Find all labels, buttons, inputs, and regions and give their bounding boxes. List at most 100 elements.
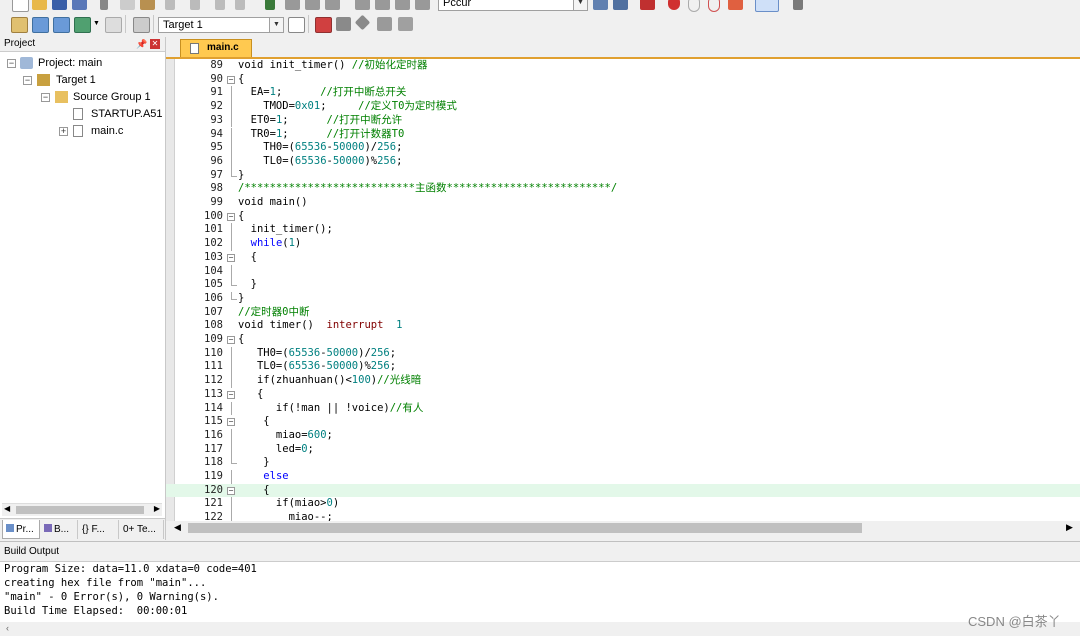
code-line[interactable]: 107 //定时器0中断: [166, 306, 1080, 320]
tree-node-project[interactable]: − Project: main: [0, 55, 165, 71]
code-line[interactable]: 114 if(!man || !voice)//有人: [166, 401, 1080, 416]
code-line[interactable]: 121 if(miao>0): [166, 497, 1080, 512]
manage-components-icon[interactable]: [315, 17, 332, 33]
project-horizontal-scrollbar[interactable]: ◀ ▶: [2, 503, 162, 516]
code-line[interactable]: 104: [166, 264, 1080, 279]
code-line[interactable]: 89 void init_timer() //初始化定时器: [166, 59, 1080, 73]
code-line[interactable]: 90−{: [166, 73, 1080, 87]
code-line[interactable]: 115− {: [166, 415, 1080, 429]
collapse-toggle[interactable]: −: [23, 76, 32, 85]
tab-templates[interactable]: 0+ Te...: [120, 520, 164, 539]
code-line[interactable]: 112 if(zhuanhuan()<100)//光线暗: [166, 374, 1080, 388]
scroll-left-icon[interactable]: ‹: [6, 623, 9, 633]
batch-build-icon[interactable]: [74, 17, 91, 33]
code-line[interactable]: 96 TL0=(65536-50000)%256;: [166, 154, 1080, 169]
prev-bookmark-icon[interactable]: [285, 0, 300, 10]
code-line[interactable]: 97}: [166, 168, 1080, 183]
clear-breakpoints-icon[interactable]: [708, 0, 720, 12]
target-select[interactable]: Target 1 ▼: [158, 17, 284, 33]
code-line[interactable]: 101 init_timer();: [166, 223, 1080, 238]
configure-icon[interactable]: [793, 0, 803, 10]
code-editor[interactable]: 89 void init_timer() //初始化定时器 90−{91 EA=1;…: [166, 59, 1080, 521]
chevron-down-icon[interactable]: ▼: [269, 18, 283, 32]
paste-icon[interactable]: [140, 0, 155, 10]
translate-icon[interactable]: [11, 17, 28, 33]
bookmark-icon[interactable]: [265, 0, 275, 10]
save-icon[interactable]: [52, 0, 67, 10]
new-file-icon[interactable]: [12, 0, 29, 12]
select-packs-icon[interactable]: [336, 17, 351, 31]
clear-bookmarks-icon[interactable]: [325, 0, 340, 10]
scroll-left-icon[interactable]: ◀: [174, 522, 181, 533]
code-line[interactable]: 122 miao--;: [166, 511, 1080, 521]
code-line[interactable]: 111 TL0=(65536-50000)%256;: [166, 360, 1080, 375]
stop-build-icon[interactable]: [105, 17, 122, 33]
incremental-find-icon[interactable]: [613, 0, 628, 10]
tab-project[interactable]: Pr...: [2, 520, 40, 539]
code-line[interactable]: 117 led=0;: [166, 442, 1080, 457]
batch-dropdown-icon[interactable]: ▼: [93, 20, 100, 27]
open-folder-icon[interactable]: [32, 0, 47, 10]
software-packs-icon[interactable]: [398, 17, 413, 31]
scroll-left-icon[interactable]: ◀: [4, 504, 10, 513]
fold-toggle-icon[interactable]: −: [227, 212, 235, 221]
expand-toggle[interactable]: +: [59, 127, 68, 136]
fold-toggle-icon[interactable]: −: [227, 336, 235, 344]
code-line[interactable]: 98 /***************************主函数*******…: [166, 182, 1080, 196]
collapse-toggle[interactable]: −: [7, 59, 16, 68]
redo-icon[interactable]: [190, 0, 200, 10]
code-line[interactable]: 99 void main(): [166, 196, 1080, 210]
scroll-right-icon[interactable]: ▶: [1066, 522, 1073, 533]
code-line[interactable]: 116 miao=600;: [166, 428, 1080, 443]
code-line[interactable]: 103− {: [166, 251, 1080, 265]
pack-installer-icon[interactable]: [377, 17, 392, 31]
pin-icon[interactable]: 📌: [136, 37, 147, 51]
editor-tab-main-c[interactable]: main.c: [180, 39, 252, 57]
collapse-toggle[interactable]: −: [41, 93, 50, 102]
cut-icon[interactable]: [100, 0, 108, 10]
code-line[interactable]: 110 TH0=(65536-50000)/256;: [166, 346, 1080, 361]
code-line[interactable]: 93 ET0=1; //打开中断允许: [166, 113, 1080, 128]
tab-functions[interactable]: {} F...: [79, 520, 119, 539]
debug-session-icon[interactable]: [640, 0, 655, 10]
target-options-icon[interactable]: [288, 17, 305, 33]
code-line[interactable]: 102 while(1): [166, 237, 1080, 251]
fold-toggle-icon[interactable]: −: [227, 75, 235, 84]
code-line[interactable]: 95 TH0=(65536-50000)/256;: [166, 141, 1080, 155]
code-line[interactable]: 100−{: [166, 210, 1080, 224]
rebuild-icon[interactable]: [53, 17, 70, 33]
code-line[interactable]: 91 EA=1; //打开中断总开关: [166, 86, 1080, 101]
close-icon[interactable]: ✕: [150, 39, 160, 49]
tree-node-target[interactable]: − Target 1: [0, 72, 165, 88]
code-line[interactable]: 108 void timer() interrupt 1: [166, 319, 1080, 333]
code-line[interactable]: 119 else: [166, 470, 1080, 484]
code-line[interactable]: 92 TMOD=0x01; //定义T0为定时模式: [166, 100, 1080, 114]
uncomment-icon[interactable]: [415, 0, 430, 10]
chevron-down-icon[interactable]: ▼: [573, 0, 587, 10]
kill-breakpoints-icon[interactable]: [728, 0, 743, 10]
save-all-icon[interactable]: [72, 0, 87, 10]
disable-breakpoint-icon[interactable]: [688, 0, 700, 12]
fold-toggle-icon[interactable]: −: [227, 486, 235, 495]
tab-books[interactable]: B...: [41, 520, 78, 539]
find-combo[interactable]: Pccur ▼: [438, 0, 588, 11]
next-bookmark-icon[interactable]: [305, 0, 320, 10]
tree-node-startup-file[interactable]: STARTUP.A51: [0, 106, 165, 122]
nav-back-icon[interactable]: [215, 0, 225, 10]
comment-icon[interactable]: [395, 0, 410, 10]
code-line[interactable]: 120− {: [166, 483, 1080, 498]
scroll-right-icon[interactable]: ▶: [154, 504, 160, 513]
breakpoint-icon[interactable]: [668, 0, 680, 10]
download-icon[interactable]: [133, 17, 150, 33]
run-time-env-icon[interactable]: [354, 14, 371, 31]
copy-icon[interactable]: [120, 0, 135, 10]
build-icon[interactable]: [32, 17, 49, 33]
tree-node-main-c[interactable]: + main.c: [0, 123, 165, 139]
code-line[interactable]: 105 }: [166, 278, 1080, 292]
tree-node-source-group[interactable]: − Source Group 1: [0, 89, 165, 105]
scrollbar-thumb[interactable]: [188, 523, 862, 533]
find-in-files-icon[interactable]: [593, 0, 608, 10]
window-layout-icon[interactable]: [755, 0, 779, 12]
code-line[interactable]: 113− {: [166, 388, 1080, 402]
unindent-icon[interactable]: [375, 0, 390, 10]
